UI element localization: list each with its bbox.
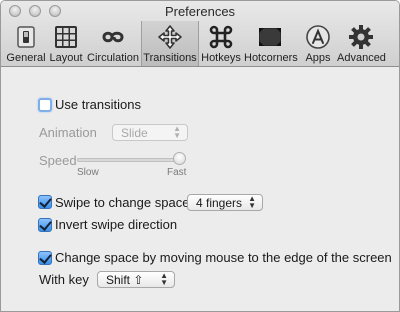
preferences-window: Preferences General Layout Circulation T… bbox=[0, 0, 400, 312]
tab-general-label: General bbox=[6, 52, 46, 64]
tab-circulation-label: Circulation bbox=[87, 52, 139, 64]
use-transitions-label: Use transitions bbox=[55, 97, 141, 112]
invert-swipe-direction-checkbox[interactable] bbox=[38, 218, 52, 232]
with-key-label: With key bbox=[39, 272, 89, 287]
popup-arrows-icon: ▲ ▼ bbox=[173, 124, 181, 140]
app-store-icon bbox=[305, 24, 331, 50]
speed-max-label: Fast bbox=[167, 167, 187, 178]
gear-icon bbox=[348, 24, 374, 50]
fingers-value: 4 fingers bbox=[196, 196, 243, 210]
window-title: Preferences bbox=[164, 4, 236, 19]
tab-circulation[interactable]: Circulation bbox=[87, 21, 139, 66]
speed-min-label: Slow bbox=[77, 167, 99, 178]
tab-advanced[interactable]: Advanced bbox=[337, 21, 386, 66]
invert-swipe-direction-label: Invert swipe direction bbox=[55, 217, 178, 232]
swipe-to-change-space-label: Swipe to change space bbox=[55, 195, 190, 210]
transitions-pane: Use transitions Animation Slide ▲ ▼ Speed… bbox=[1, 67, 399, 311]
switch-icon bbox=[13, 24, 39, 50]
speed-slider-knob[interactable] bbox=[173, 152, 186, 165]
animation-label: Animation bbox=[39, 125, 97, 140]
tab-apps-label: Apps bbox=[305, 52, 331, 64]
loop-icon bbox=[100, 24, 126, 50]
tab-hotkeys[interactable]: Hotkeys bbox=[201, 21, 241, 66]
tab-apps[interactable]: Apps bbox=[300, 21, 336, 66]
tab-advanced-label: Advanced bbox=[337, 52, 386, 64]
speed-label: Speed bbox=[39, 153, 77, 168]
move-arrows-icon bbox=[157, 24, 183, 50]
use-transitions-checkbox[interactable] bbox=[38, 98, 52, 112]
swipe-to-change-space-checkbox[interactable] bbox=[38, 195, 52, 209]
screen-corners-icon bbox=[257, 24, 283, 50]
tab-layout-label: Layout bbox=[49, 52, 83, 64]
change-space-mouse-edge-label: Change space by moving mouse to the edge… bbox=[55, 250, 392, 265]
with-key-value: Shift ⇧ bbox=[106, 273, 144, 287]
tab-transitions-label: Transitions bbox=[143, 52, 197, 64]
popup-arrows-icon: ▲ ▼ bbox=[160, 271, 168, 287]
with-key-popup[interactable]: Shift ⇧ ▲ ▼ bbox=[97, 271, 175, 288]
change-space-mouse-edge-checkbox[interactable] bbox=[38, 251, 52, 265]
popup-arrows-icon: ▲ ▼ bbox=[248, 194, 256, 210]
speed-slider-track bbox=[77, 158, 185, 162]
command-key-icon bbox=[208, 24, 234, 50]
tab-hotcorners-label: Hotcorners bbox=[244, 52, 298, 64]
tab-layout[interactable]: Layout bbox=[47, 21, 85, 66]
grid-icon bbox=[53, 24, 79, 50]
animation-value: Slide bbox=[121, 126, 148, 140]
tab-transitions[interactable]: Transitions bbox=[141, 21, 199, 66]
animation-popup[interactable]: Slide ▲ ▼ bbox=[112, 124, 188, 141]
tab-general[interactable]: General bbox=[6, 21, 46, 66]
fingers-popup[interactable]: 4 fingers ▲ ▼ bbox=[187, 194, 263, 211]
tab-hotkeys-label: Hotkeys bbox=[201, 52, 241, 64]
tab-hotcorners[interactable]: Hotcorners bbox=[244, 21, 298, 66]
toolbar: Preferences General Layout Circulation T… bbox=[1, 1, 399, 67]
